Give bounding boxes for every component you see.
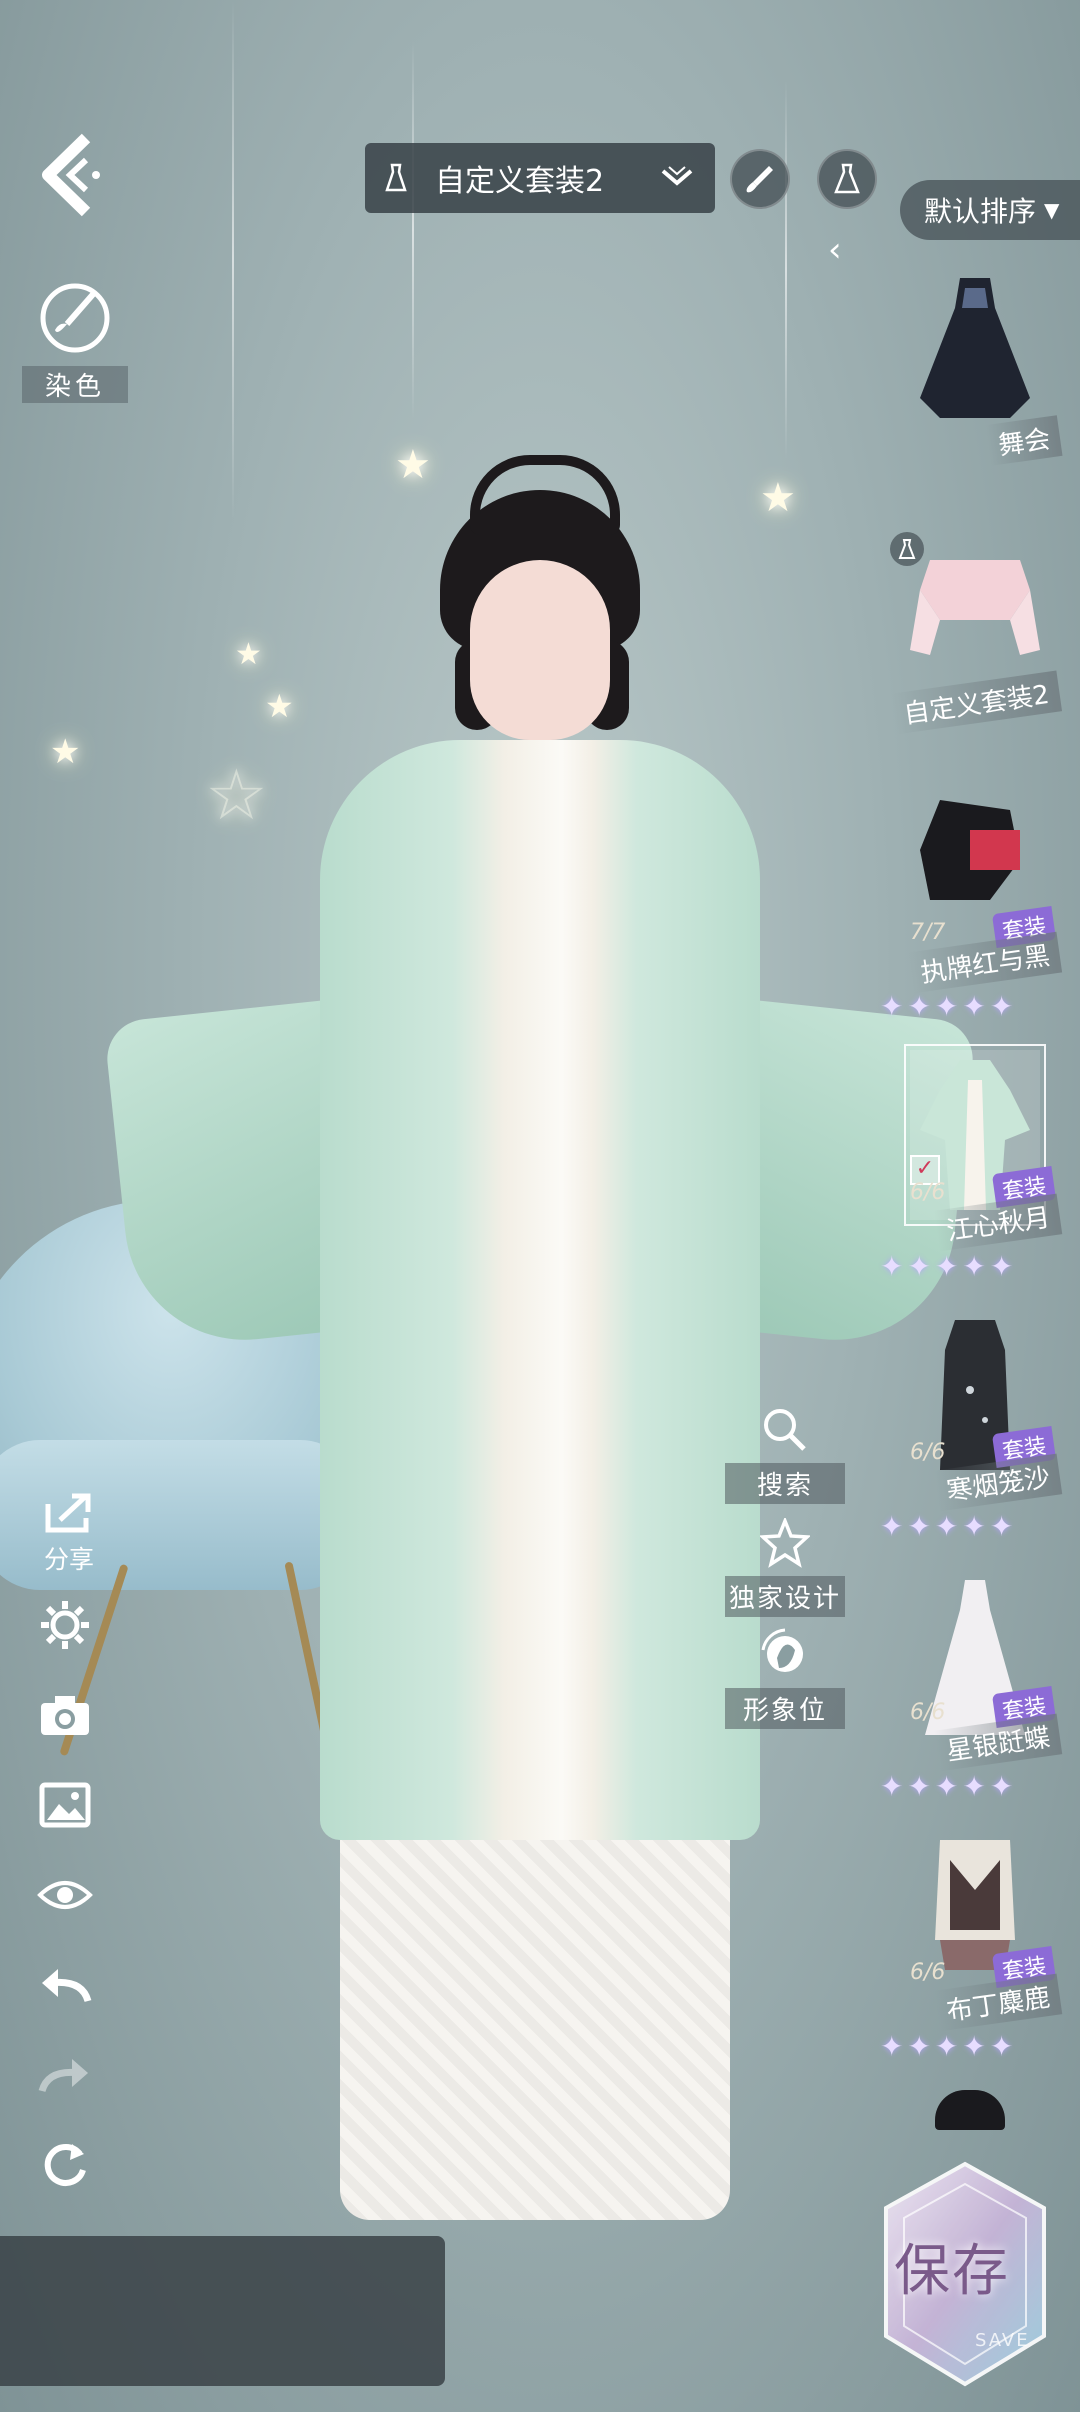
chevron-down-icon [661, 166, 693, 186]
outfit-name: 自定义套装2 [435, 164, 605, 199]
star-decoration: ★ [265, 687, 294, 725]
character-face [470, 560, 610, 740]
gear-icon [41, 1601, 89, 1649]
chevron-left-icon: ‹ [828, 230, 842, 270]
save-button[interactable]: 保存 SAVE [880, 2160, 1050, 2390]
robe [320, 740, 760, 1840]
save-label: 保存 [894, 2239, 1010, 2304]
outfit-card[interactable]: 6/6 套装 寒烟笼沙 ✦✦✦✦✦ [880, 1310, 1080, 1560]
save-sublabel: SAVE [975, 2330, 1030, 2351]
avatar-slot-label: 形象位 [725, 1688, 845, 1729]
outfit-card[interactable]: 自定义套装2 [880, 530, 1080, 780]
outfit-card[interactable]: 7/7 套装 执牌红与黑 ✦✦✦✦✦ [880, 790, 1080, 1040]
outfit-thumbnail [920, 278, 1030, 418]
star-outline-icon [758, 1516, 812, 1568]
hanging-thread [412, 40, 414, 420]
camera-button[interactable] [30, 1680, 100, 1750]
sort-dropdown[interactable]: 默认排序 ▼ [900, 180, 1080, 240]
redo-icon [38, 2059, 88, 2093]
skirt [340, 1800, 730, 2220]
dye-button[interactable]: 染色 [22, 280, 128, 403]
search-label: 搜索 [725, 1463, 845, 1504]
piece-count: 6/6 [910, 1180, 946, 1205]
settings-button[interactable] [30, 1590, 100, 1660]
brush-edit-button[interactable] [730, 149, 790, 209]
exclusive-design-label: 独家设计 [725, 1576, 845, 1617]
share-label: 分享 [43, 1545, 94, 1574]
share-button[interactable]: 分享 [34, 1490, 104, 1576]
portrait-icon [761, 1628, 803, 1672]
search-icon [764, 1409, 806, 1451]
dress-icon [834, 163, 860, 194]
star-decoration: ☆ [205, 754, 268, 836]
brush-icon [746, 166, 773, 193]
camera-icon [41, 1696, 89, 1735]
hair-ornament [470, 455, 620, 535]
back-button[interactable] [34, 130, 114, 220]
redo-button[interactable] [30, 2040, 100, 2110]
image-icon [39, 1782, 91, 1828]
bottom-panel [0, 2236, 445, 2386]
piece-count: 6/6 [910, 1440, 946, 1465]
rarity-stars: ✦✦✦✦✦ [880, 1250, 1018, 1283]
star-decoration: ★ [235, 637, 262, 672]
outfit-selector[interactable]: 自定义套装2 [365, 143, 715, 213]
piece-count: 6/6 [910, 1960, 946, 1985]
rarity-stars: ✦✦✦✦✦ [880, 1770, 1018, 1803]
triangle-down-icon: ▼ [1044, 198, 1060, 222]
star-decoration: ★ [395, 442, 431, 488]
piece-count: 7/7 [910, 920, 946, 945]
share-icon [45, 1493, 91, 1533]
outfit-name: 舞会 [985, 415, 1063, 466]
star-decoration: ★ [50, 732, 81, 772]
outfit-card[interactable]: 6/6 套装 星银跹蝶 ✦✦✦✦✦ [880, 1570, 1080, 1820]
dye-label: 染色 [22, 366, 128, 403]
search-button[interactable]: 搜索 [725, 1405, 845, 1504]
refresh-icon [44, 2143, 86, 2186]
dress-icon [385, 163, 407, 192]
collapse-panel-button[interactable]: ‹ [828, 230, 842, 270]
palette-brush-icon [40, 283, 110, 353]
outfit-card[interactable]: 舞会 [880, 268, 1080, 518]
rarity-stars: ✦✦✦✦✦ [880, 990, 1018, 1023]
star-decoration: ★ [760, 475, 796, 521]
rarity-stars: ✦✦✦✦✦ [880, 2030, 1018, 2063]
outfit-card-selected[interactable]: ✓ 6/6 套装 江心秋月 ✦✦✦✦✦ [880, 1044, 1080, 1300]
hanging-thread [232, 0, 234, 520]
gallery-button[interactable] [30, 1770, 100, 1840]
rarity-stars: ✦✦✦✦✦ [880, 1510, 1018, 1543]
exclusive-design-button[interactable]: 独家设计 [725, 1516, 845, 1617]
hanging-thread [785, 80, 787, 460]
undo-icon [42, 1969, 92, 2003]
reset-button[interactable] [30, 2130, 100, 2200]
avatar-slot-button[interactable]: 形象位 [725, 1628, 845, 1729]
piece-count: 6/6 [910, 1700, 946, 1725]
outfit-card[interactable]: 6/6 套装 布丁麋鹿 ✦✦✦✦✦ [880, 1830, 1080, 2080]
sort-label: 默认排序 [924, 195, 1037, 228]
undo-button[interactable] [30, 1950, 100, 2020]
back-arrow-icon [42, 133, 100, 217]
visibility-toggle[interactable] [30, 1860, 100, 1930]
outfit-view-button[interactable] [817, 149, 877, 209]
eye-icon [37, 1881, 93, 1909]
